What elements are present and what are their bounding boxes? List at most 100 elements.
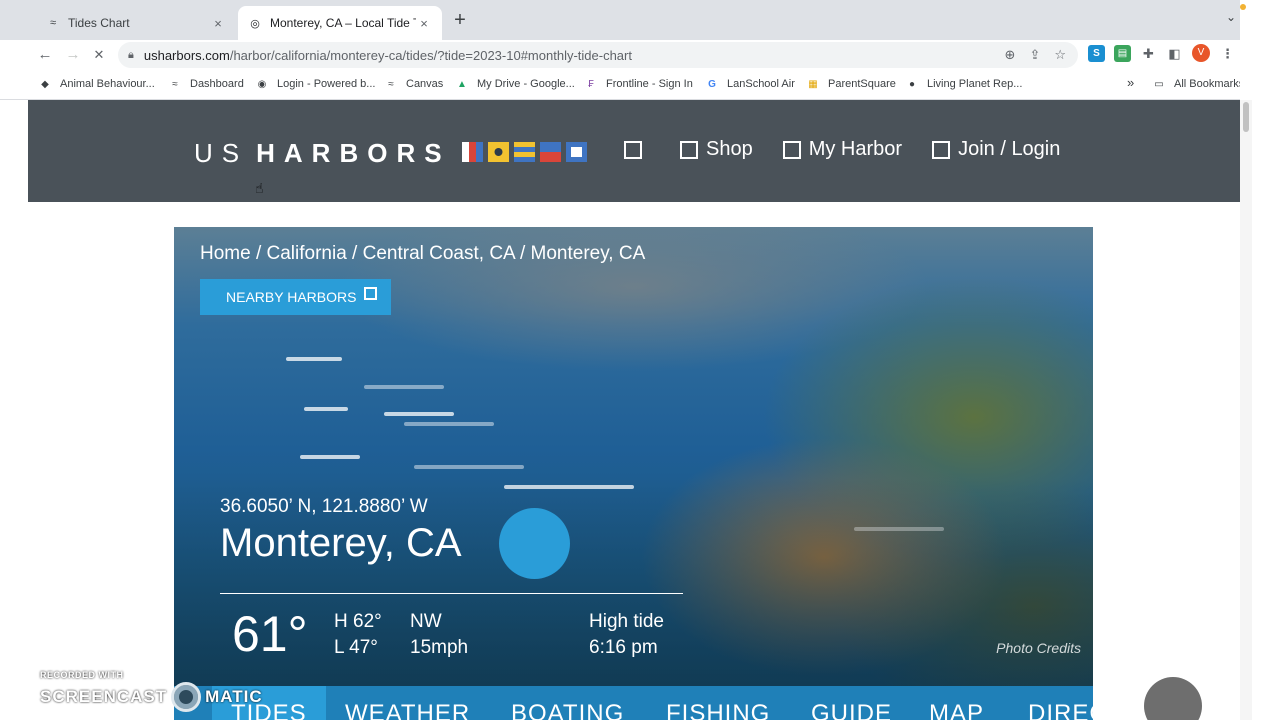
- nearby-harbors-button[interactable]: NEARBY HARBORS: [200, 279, 391, 315]
- nav-label: My Harbor: [808, 138, 903, 160]
- wind-direction: NW: [410, 611, 442, 632]
- checkbox-icon: [782, 140, 801, 159]
- bookmark-living-planet[interactable]: ● Living Planet Rep...: [905, 77, 1022, 91]
- bookmark-label: Animal Behaviour...: [60, 78, 155, 90]
- all-bookmarks-folder[interactable]: ▭ All Bookmarks: [1152, 77, 1244, 91]
- extensions-puzzle-icon[interactable]: ✚: [1140, 45, 1157, 62]
- checkbox-icon: [624, 140, 642, 159]
- url-host: usharbors.com: [143, 47, 230, 63]
- bookmark-lanschool[interactable]: G LanSchool Air: [705, 77, 795, 91]
- bookmark-frontline[interactable]: ₣ Frontline - Sign In: [584, 77, 693, 91]
- nav-label: Shop: [706, 138, 753, 160]
- tide-info: High tide 6:16 pm: [589, 609, 664, 661]
- main-nav: Shop My Harbor Join / Login: [624, 138, 1090, 161]
- nav-item-blank[interactable]: [624, 140, 650, 159]
- screencast-watermark: RECORDED WITH SCREENCAST MATIC: [40, 670, 263, 712]
- bookmark-dashboard[interactable]: ≈ Dashboard: [168, 77, 244, 91]
- browser-toolbar: ← → ✕ 🔒︎ usharbors.com /harbor/californi…: [0, 40, 1240, 70]
- wind-info: NW 15mph: [410, 609, 468, 661]
- bookmark-animal-behaviour[interactable]: ◆ Animal Behaviour...: [38, 77, 155, 91]
- profile-avatar[interactable]: V: [1192, 44, 1210, 62]
- bookmark-label: My Drive - Google...: [477, 78, 575, 90]
- bookmark-parentsquare[interactable]: ▦ ParentSquare: [806, 77, 896, 91]
- tab-directions[interactable]: DIREC: [1028, 700, 1093, 720]
- watermark-brand-left: SCREENCAST: [40, 687, 168, 706]
- bookmarks-bar: ◆ Animal Behaviour... ≈ Dashboard ◉ Logi…: [0, 70, 1244, 100]
- lock-icon: 🔒︎: [128, 48, 134, 61]
- wind-speed: 15mph: [410, 637, 469, 658]
- flag-red-white-blue: [462, 142, 483, 162]
- url-path: /harbor/california/monterey-ca/tides/?ti…: [229, 47, 632, 63]
- nav-item-join-login[interactable]: Join / Login: [932, 138, 1060, 161]
- stop-loading-button[interactable]: ✕: [88, 44, 110, 66]
- coordinates: 36.6050’ N, 121.8880’ W: [220, 496, 428, 517]
- photo-credits-link[interactable]: Photo Credits: [996, 640, 1081, 656]
- browser-menu-icon[interactable]: ⋮: [1219, 45, 1236, 62]
- browser-tab-strip: ≈ Tides Chart × ◎ Monterey, CA – Local T…: [0, 0, 1280, 40]
- tab-weather[interactable]: WEATHER: [345, 700, 470, 720]
- city-title: Monterey, CA: [220, 521, 462, 565]
- globe-icon: ◉: [257, 78, 267, 90]
- checkbox-icon: [364, 286, 378, 300]
- bookmark-label: Canvas: [406, 78, 444, 90]
- parentsquare-icon: ▦: [808, 78, 818, 90]
- browser-tab-tides-chart[interactable]: ≈ Tides Chart ×: [36, 6, 236, 40]
- bookmark-star-icon[interactable]: ☆: [1054, 47, 1066, 63]
- flag-yellow-blue-stripes: [514, 142, 535, 162]
- bookmarks-overflow-button[interactable]: »: [1127, 75, 1134, 90]
- scrollbar-thumb[interactable]: [1243, 102, 1249, 132]
- side-panel-icon[interactable]: ◧: [1166, 45, 1183, 62]
- usharbors-logo[interactable]: US HARBORS: [194, 138, 451, 169]
- folder-icon: ▭: [1154, 78, 1164, 90]
- bookmark-favicon-icon: ≈: [172, 78, 178, 90]
- tab-fishing[interactable]: FISHING: [666, 700, 770, 720]
- watermark-brand-right: MATIC: [205, 687, 263, 706]
- floating-action-button[interactable]: [1144, 677, 1202, 720]
- globe-favicon-icon: ◎: [250, 17, 260, 30]
- low-temp: L 47°: [334, 637, 378, 658]
- hand-cursor-icon: ☝: [255, 180, 264, 196]
- address-bar[interactable]: 🔒︎ usharbors.com /harbor/california/mont…: [118, 42, 1078, 68]
- browser-tab-monterey[interactable]: ◎ Monterey, CA – Local Tide Times ×: [238, 6, 442, 40]
- tab-guide[interactable]: GUIDE: [811, 700, 892, 720]
- nav-item-shop[interactable]: Shop: [680, 138, 753, 161]
- extension-print-icon[interactable]: ▤: [1114, 44, 1131, 62]
- bookmark-label: LanSchool Air: [727, 78, 795, 90]
- watermark-recorded-text: RECORDED WITH: [40, 670, 124, 680]
- new-tab-button[interactable]: +: [448, 8, 472, 32]
- close-tab-icon[interactable]: ×: [210, 16, 226, 31]
- tab-boating[interactable]: BOATING: [511, 700, 624, 720]
- site-header: US HARBORS Shop My Harbor Join / Login ☝: [28, 100, 1240, 202]
- extension-s-icon[interactable]: S: [1088, 44, 1105, 62]
- logo-us: US: [194, 138, 249, 168]
- nav-item-my-harbor[interactable]: My Harbor: [782, 138, 903, 161]
- surf-decoration: [300, 455, 360, 459]
- favorite-circle-button[interactable]: [499, 508, 570, 579]
- tab-title: Monterey, CA – Local Tide Times: [270, 16, 416, 30]
- status-dot: [1240, 4, 1246, 10]
- bookmark-canvas[interactable]: ≈ Canvas: [384, 77, 443, 91]
- bookmark-favicon-icon: ≈: [388, 78, 394, 90]
- zoom-icon[interactable]: ⊕: [1005, 47, 1016, 63]
- checkbox-icon: [932, 140, 951, 159]
- bookmark-login[interactable]: ◉ Login - Powered b...: [255, 77, 376, 91]
- forward-button[interactable]: →: [62, 44, 84, 66]
- tab-title: Tides Chart: [68, 16, 130, 30]
- tab-map[interactable]: MAP: [929, 700, 984, 720]
- nautical-flags-icon: [462, 142, 587, 162]
- bookmark-label: Living Planet Rep...: [927, 78, 1023, 90]
- flag-blue-red: [540, 142, 561, 162]
- breadcrumb[interactable]: Home / California / Central Coast, CA / …: [200, 243, 645, 265]
- web-page: US HARBORS Shop My Harbor Join / Login ☝…: [28, 100, 1240, 720]
- share-icon[interactable]: ⇪: [1029, 47, 1040, 63]
- back-button[interactable]: ←: [34, 44, 56, 66]
- tab-search-chevron-icon[interactable]: ⌄: [1226, 10, 1236, 24]
- surf-decoration: [384, 412, 454, 416]
- bookmark-label: All Bookmarks: [1174, 78, 1245, 90]
- panda-icon: ●: [908, 78, 916, 90]
- frontline-icon: ₣: [588, 78, 594, 90]
- bookmark-my-drive[interactable]: ▲ My Drive - Google...: [455, 77, 575, 91]
- close-tab-icon[interactable]: ×: [416, 16, 432, 31]
- bookmark-label: Frontline - Sign In: [606, 78, 693, 90]
- page-scrollbar[interactable]: [1240, 100, 1252, 720]
